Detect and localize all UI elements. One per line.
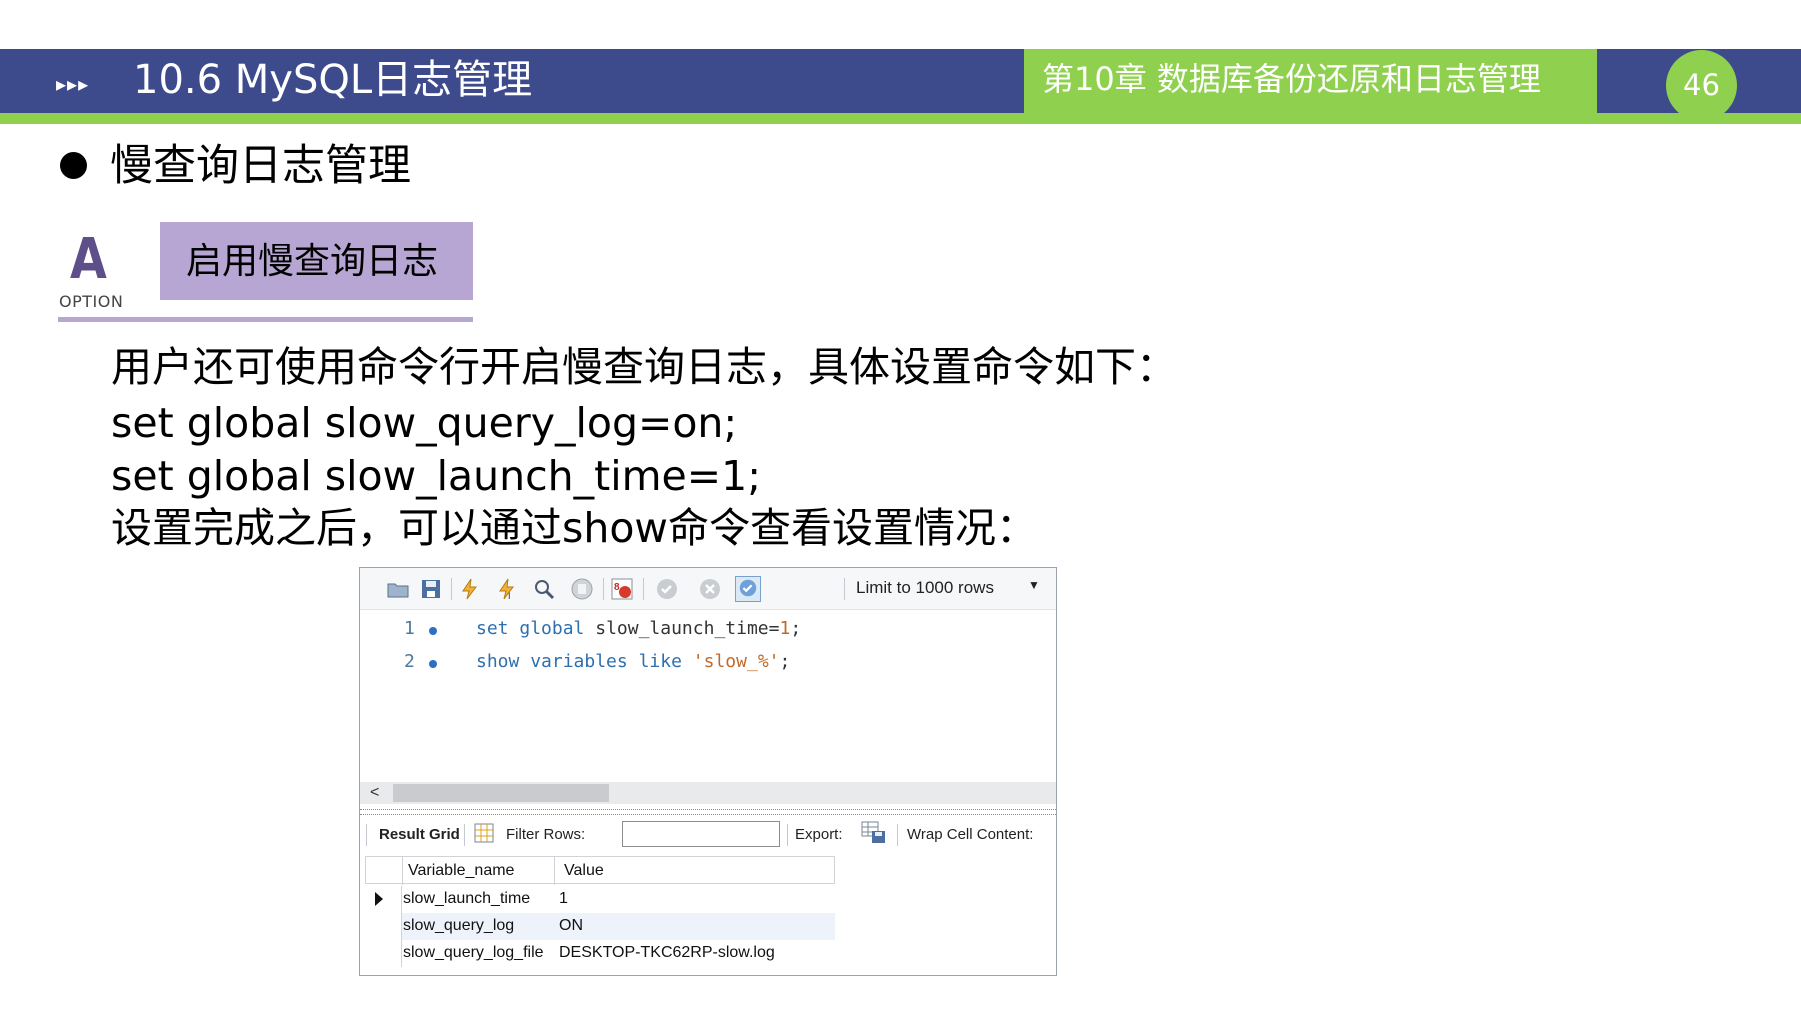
option-underline	[58, 317, 473, 322]
keyword: like	[638, 651, 682, 672]
filter-rows-input[interactable]	[622, 821, 780, 847]
svg-text:I: I	[508, 591, 511, 601]
grid-divider	[554, 857, 555, 885]
keyword: variables	[530, 651, 628, 672]
keyword: global	[519, 618, 585, 639]
option-letter: A	[70, 227, 107, 292]
stop-icon[interactable]	[570, 577, 594, 601]
body-intro-text: 用户还可使用命令行开启慢查询日志，具体设置命令如下：	[111, 343, 1177, 391]
code-text: set global slow_launch_time=1;	[476, 618, 801, 639]
row-selector[interactable]	[365, 886, 402, 913]
execute-icon[interactable]	[458, 577, 482, 601]
terminator: ;	[790, 618, 802, 639]
filter-rows-label: Filter Rows:	[506, 826, 586, 843]
result-toolbar: Result Grid Filter Rows: Export: Wrap Ce…	[360, 818, 1056, 852]
grid-divider	[402, 857, 403, 885]
cell-variable-name[interactable]: slow_query_log	[403, 917, 514, 935]
export-icon[interactable]	[860, 820, 888, 850]
toolbar-separator	[464, 824, 465, 846]
cell-variable-name[interactable]: slow_launch_time	[403, 890, 530, 908]
cell-variable-name[interactable]: slow_query_log_file	[403, 944, 544, 962]
current-row-arrow-icon	[375, 892, 383, 906]
row-selector[interactable]	[365, 913, 402, 940]
panel-splitter[interactable]	[360, 809, 1056, 815]
toolbar-separator	[451, 578, 452, 600]
line-number: 2	[404, 651, 415, 672]
identifier: slow_launch_time=	[595, 618, 780, 639]
code-text: show variables like 'slow_%';	[476, 651, 790, 672]
bullet-dot-icon	[60, 152, 87, 179]
line-number: 1	[404, 618, 415, 639]
keyword: show	[476, 651, 520, 672]
chevron-down-icon[interactable]: ▼	[1028, 578, 1040, 592]
cell-value[interactable]: DESKTOP-TKC62RP-slow.log	[559, 944, 775, 962]
grid-view-icon[interactable]	[473, 822, 495, 848]
body-show-text: 设置完成之后，可以通过show命令查看设置情况：	[111, 504, 1037, 552]
command-line-1: set global slow_query_log=on;	[111, 399, 738, 447]
scroll-left-icon[interactable]: <	[370, 782, 379, 804]
scrollbar-thumb[interactable]	[393, 784, 609, 802]
explain-icon[interactable]	[532, 577, 556, 601]
toolbar-separator	[844, 578, 845, 600]
table-row[interactable]: slow_query_log ON	[365, 913, 835, 940]
page-number: 46	[1666, 50, 1737, 121]
svg-text:8: 8	[614, 582, 620, 593]
string-literal: 'slow_%'	[692, 651, 780, 672]
open-folder-icon[interactable]	[386, 577, 410, 601]
toolbar-separator	[366, 824, 367, 846]
rollback-icon[interactable]	[698, 577, 722, 601]
keyword: set	[476, 618, 509, 639]
grid-header-row: Variable_name Value	[365, 856, 835, 885]
option-title: 启用慢查询日志	[186, 241, 439, 282]
cell-value[interactable]: ON	[559, 917, 583, 935]
toolbar-separator	[787, 824, 788, 846]
statement-marker-icon	[429, 660, 437, 668]
header-arrows-icon: ▸▸▸	[56, 72, 90, 96]
toolbar-separator	[897, 824, 898, 846]
sql-editor[interactable]: 1 set global slow_launch_time=1; 2 show …	[360, 610, 1056, 778]
toolbar-separator	[603, 578, 604, 600]
chapter-title: 第10章 数据库备份还原和日志管理	[1024, 49, 1597, 124]
number-literal: 1	[779, 618, 791, 639]
bullet-heading: 慢查询日志管理	[110, 141, 411, 191]
limit-rows-select[interactable]: Limit to 1000 rows	[856, 578, 994, 598]
workbench-screenshot: I 8 Limit to 1000 rows ▼ 1 set global sl	[359, 567, 1057, 976]
column-header-variable-name[interactable]: Variable_name	[408, 862, 514, 880]
command-line-2: set global slow_launch_time=1;	[111, 452, 762, 500]
save-icon[interactable]	[419, 577, 443, 601]
row-selector[interactable]	[365, 940, 402, 967]
wrap-cell-label: Wrap Cell Content:	[907, 826, 1034, 843]
section-title: 10.6 MySQL日志管理	[133, 57, 533, 103]
statement-marker-icon	[429, 627, 437, 635]
autocommit-icon[interactable]	[735, 576, 761, 602]
commit-icon[interactable]	[655, 577, 679, 601]
result-grid-tab[interactable]: Result Grid	[379, 826, 460, 843]
terminator: ;	[779, 651, 791, 672]
table-row[interactable]: slow_launch_time 1	[365, 886, 835, 913]
cell-value[interactable]: 1	[559, 890, 568, 908]
sql-editor-toolbar: I 8 Limit to 1000 rows ▼	[360, 568, 1056, 610]
table-row[interactable]: slow_query_log_file DESKTOP-TKC62RP-slow…	[365, 940, 835, 967]
execute-current-icon[interactable]: I	[495, 577, 519, 601]
horizontal-scrollbar[interactable]: <	[360, 782, 1056, 804]
export-label: Export:	[795, 826, 843, 843]
toggle-error-icon[interactable]: 8	[610, 577, 634, 601]
column-header-value[interactable]: Value	[564, 862, 604, 880]
toolbar-separator	[643, 578, 644, 600]
option-label: OPTION	[59, 292, 124, 311]
